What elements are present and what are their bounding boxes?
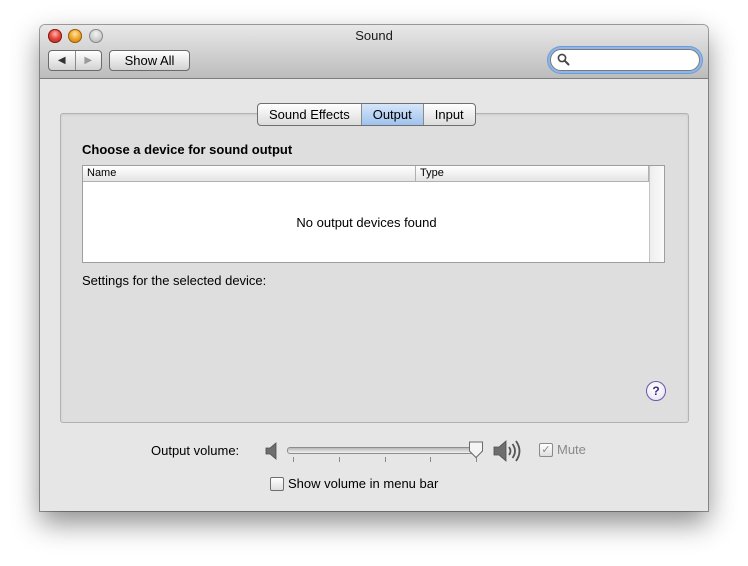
output-volume-label: Output volume: <box>151 443 240 458</box>
volume-slider-knob[interactable] <box>468 441 484 459</box>
output-panel <box>60 113 689 423</box>
table-header: Name Type <box>83 166 664 182</box>
tab-output[interactable]: Output <box>360 104 423 125</box>
show-volume-in-menu-bar-checkbox[interactable]: Show volume in menu bar <box>270 476 438 491</box>
device-table: Name Type No output devices found <box>82 165 665 263</box>
chevron-left-icon: ◀ <box>57 55 66 66</box>
window-title: Sound <box>355 28 393 43</box>
speaker-low-icon[interactable] <box>265 442 279 460</box>
tab-sound-effects[interactable]: Sound Effects <box>258 104 361 125</box>
checkbox-box <box>270 476 284 491</box>
checkmark-icon: ✓ <box>539 442 553 457</box>
volume-slider[interactable] <box>287 447 479 454</box>
table-scrollbar[interactable] <box>649 166 664 262</box>
help-button[interactable]: ? <box>646 381 666 401</box>
tab-input[interactable]: Input <box>422 104 475 125</box>
search-field[interactable] <box>550 49 700 71</box>
device-heading: Choose a device for sound output <box>82 142 293 157</box>
device-settings-label: Settings for the selected device: <box>82 273 267 288</box>
show-volume-label: Show volume in menu bar <box>288 476 439 491</box>
show-all-button[interactable]: Show All <box>109 50 190 71</box>
titlebar: Sound ◀ ▶ Show All <box>40 25 708 79</box>
slider-tick <box>339 457 340 462</box>
slider-tick <box>385 457 386 462</box>
slider-tick <box>430 457 431 462</box>
chevron-right-icon: ▶ <box>84 55 93 66</box>
back-button[interactable]: ◀ <box>49 51 75 70</box>
volume-ticks <box>287 457 477 465</box>
forward-button[interactable]: ▶ <box>74 51 102 70</box>
tab-bar: Sound Effects Output Input <box>257 103 476 126</box>
column-divider[interactable] <box>415 166 416 181</box>
search-icon <box>557 53 570 66</box>
sound-preferences-window: Sound ◀ ▶ Show All Sound Effects Output … <box>40 25 708 511</box>
slider-tick <box>293 457 294 462</box>
speaker-high-icon[interactable] <box>493 439 523 463</box>
column-header-name[interactable]: Name <box>87 166 116 181</box>
column-header-type[interactable]: Type <box>420 166 444 181</box>
back-forward-control: ◀ ▶ <box>48 50 102 71</box>
empty-message: No output devices found <box>296 215 437 230</box>
mute-checkbox[interactable]: ✓ Mute <box>539 442 586 457</box>
help-icon: ? <box>652 384 660 398</box>
mute-label: Mute <box>557 442 586 457</box>
